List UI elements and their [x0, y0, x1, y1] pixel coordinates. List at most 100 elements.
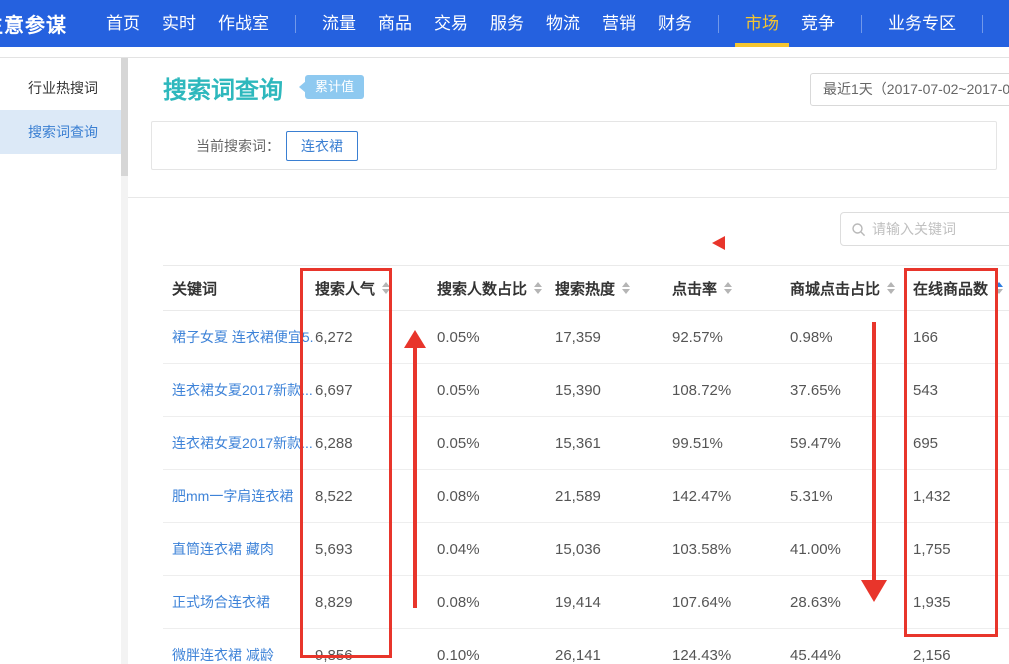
sort-down-icon — [622, 289, 630, 294]
nav-item-市场[interactable]: 市场 — [745, 0, 779, 47]
column-label: 在线商品数 — [913, 278, 988, 299]
nav-item-竞争[interactable]: 竞争 — [801, 0, 835, 47]
cell-搜索人数占比: 0.08% — [437, 488, 555, 505]
sidebar-item-搜索词查询[interactable]: 搜索词查询 — [0, 110, 121, 154]
sort-icon[interactable] — [995, 282, 1003, 294]
cell-商城点击占比: 5.31% — [790, 488, 913, 505]
sidebar-item-行业热搜词[interactable]: 行业热搜词 — [0, 66, 121, 110]
column-header-搜索热度[interactable]: 搜索热度 — [555, 278, 672, 299]
cell-商城点击占比: 45.44% — [790, 647, 913, 664]
nav-item-首页[interactable]: 首页 — [106, 0, 140, 47]
cell-搜索热度: 15,036 — [555, 541, 672, 558]
table-row: 肥mm一字肩连衣裙8,5220.08%21,589142.47%5.31%1,4… — [163, 470, 1009, 523]
keyword-link[interactable]: 微胖连衣裙 减龄 — [163, 645, 315, 664]
top-nav: 生意参谋 首页实时作战室流量商品交易服务物流营销财务市场竞争业务专区取数 — [0, 0, 1009, 47]
cell-搜索人气: 6,697 — [315, 382, 437, 399]
page: 生意参谋 首页实时作战室流量商品交易服务物流营销财务市场竞争业务专区取数 行业热… — [0, 0, 1009, 664]
nav-item-流量[interactable]: 流量 — [322, 0, 356, 47]
cell-搜索人气: 8,522 — [315, 488, 437, 505]
cell-搜索热度: 19,414 — [555, 594, 672, 611]
nav-divider — [861, 15, 862, 33]
badge-label: 累计值 — [315, 79, 354, 94]
column-header-搜索人气[interactable]: 搜索人气 — [315, 278, 437, 299]
cell-点击率: 92.57% — [672, 329, 790, 346]
sort-up-icon — [724, 282, 732, 287]
nav-item-物流[interactable]: 物流 — [546, 0, 580, 47]
app-logo[interactable]: 生意参谋 — [0, 9, 67, 38]
nav-item-财务[interactable]: 财务 — [658, 0, 692, 47]
nav-item-交易[interactable]: 交易 — [434, 0, 468, 47]
column-header-商城点击占比[interactable]: 商城点击占比 — [790, 278, 913, 299]
cell-点击率: 124.43% — [672, 647, 790, 664]
sidebar-scrollbar[interactable] — [121, 58, 128, 664]
table-row: 连衣裙女夏2017新款...6,2880.05%15,36199.51%59.4… — [163, 417, 1009, 470]
nav-item-商品[interactable]: 商品 — [378, 0, 412, 47]
keyword-link[interactable]: 直筒连衣裙 藏肉 — [163, 539, 315, 559]
keyword-link[interactable]: 裙子女夏 连衣裙便宜5... — [163, 327, 315, 347]
column-label: 搜索人数占比 — [437, 278, 527, 299]
column-header-在线商品数[interactable]: 在线商品数 — [913, 278, 1009, 299]
current-term-panel: 当前搜索词： 连衣裙 — [151, 121, 997, 170]
sort-up-icon — [887, 282, 895, 287]
cell-搜索人气: 8,829 — [315, 594, 437, 611]
keyword-search-input[interactable] — [872, 221, 1002, 237]
sort-down-icon — [995, 289, 1003, 294]
keyword-link[interactable]: 连衣裙女夏2017新款... — [163, 380, 315, 400]
sort-up-icon — [622, 282, 630, 287]
cell-搜索人数占比: 0.10% — [437, 647, 555, 664]
cell-在线商品数: 2,156 — [913, 647, 1009, 664]
column-label: 点击率 — [672, 278, 717, 299]
search-icon — [851, 222, 866, 237]
cell-搜索人气: 6,272 — [315, 329, 437, 346]
nav-item-实时[interactable]: 实时 — [162, 0, 196, 47]
nav-item-业务专区[interactable]: 业务专区 — [888, 0, 956, 47]
page-title: 搜索词查询 — [163, 70, 283, 105]
cell-在线商品数: 543 — [913, 382, 1009, 399]
annotation-arrow-left-icon — [712, 236, 725, 250]
cell-搜索热度: 17,359 — [555, 329, 672, 346]
table-row: 正式场合连衣裙8,8290.08%19,414107.64%28.63%1,93… — [163, 576, 1009, 629]
search-terms-table: 关键词搜索人气搜索人数占比搜索热度点击率商城点击占比在线商品数 裙子女夏 连衣裙… — [163, 265, 1009, 664]
sort-icon[interactable] — [382, 282, 390, 294]
divider — [0, 57, 1009, 58]
nav-divider — [295, 15, 296, 33]
table-row: 微胖连衣裙 减龄9,8560.10%26,141124.43%45.44%2,1… — [163, 629, 1009, 664]
scrollbar-thumb[interactable] — [121, 58, 128, 176]
sort-icon[interactable] — [887, 282, 895, 294]
column-header-点击率[interactable]: 点击率 — [672, 278, 790, 299]
cell-商城点击占比: 37.65% — [790, 382, 913, 399]
cell-在线商品数: 695 — [913, 435, 1009, 452]
cell-点击率: 108.72% — [672, 382, 790, 399]
sort-icon[interactable] — [534, 282, 542, 294]
sort-down-icon — [887, 289, 895, 294]
cell-搜索热度: 26,141 — [555, 647, 672, 664]
badge-notch-icon — [299, 81, 306, 93]
date-range-picker[interactable]: 最近1天（2017-07-02~2017-07-02） — [810, 73, 1009, 106]
table-row: 直筒连衣裙 藏肉5,6930.04%15,036103.58%41.00%1,7… — [163, 523, 1009, 576]
keyword-link[interactable]: 连衣裙女夏2017新款... — [163, 433, 315, 453]
cell-搜索人数占比: 0.05% — [437, 435, 555, 452]
table-header: 关键词搜索人气搜索人数占比搜索热度点击率商城点击占比在线商品数 — [163, 265, 1009, 311]
keyword-link[interactable]: 正式场合连衣裙 — [163, 592, 315, 612]
column-header-搜索人数占比[interactable]: 搜索人数占比 — [437, 278, 555, 299]
table-row: 裙子女夏 连衣裙便宜5...6,2720.05%17,35992.57%0.98… — [163, 311, 1009, 364]
keyword-search-box[interactable] — [840, 212, 1009, 246]
cell-搜索人气: 5,693 — [315, 541, 437, 558]
keyword-link[interactable]: 肥mm一字肩连衣裙 — [163, 486, 315, 506]
divider — [128, 197, 1009, 198]
sort-icon[interactable] — [622, 282, 630, 294]
nav-item-营销[interactable]: 营销 — [602, 0, 636, 47]
cell-搜索人数占比: 0.05% — [437, 329, 555, 346]
column-label: 搜索人气 — [315, 278, 375, 299]
nav-item-作战室[interactable]: 作战室 — [218, 0, 269, 47]
column-label: 搜索热度 — [555, 278, 615, 299]
current-term-chip[interactable]: 连衣裙 — [286, 131, 358, 161]
sort-up-icon — [995, 282, 1003, 287]
cell-在线商品数: 1,432 — [913, 488, 1009, 505]
nav-menu: 首页实时作战室流量商品交易服务物流营销财务市场竞争业务专区取数 — [95, 0, 1009, 47]
cell-商城点击占比: 0.98% — [790, 329, 913, 346]
cell-商城点击占比: 28.63% — [790, 594, 913, 611]
sidebar: 行业热搜词搜索词查询 — [0, 58, 121, 664]
nav-item-服务[interactable]: 服务 — [490, 0, 524, 47]
sort-icon[interactable] — [724, 282, 732, 294]
